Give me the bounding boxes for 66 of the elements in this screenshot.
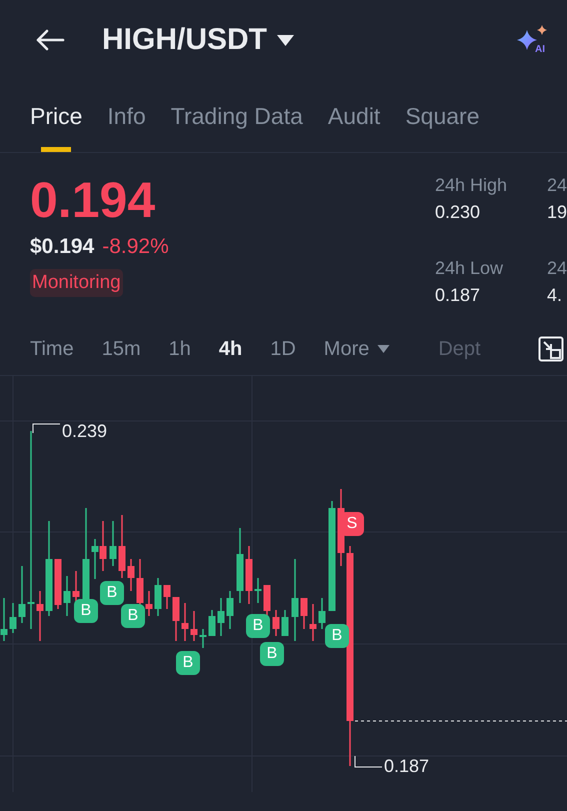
tab[interactable]: Price (30, 80, 82, 152)
last-price: 0.194 (30, 171, 156, 229)
candlestick (110, 521, 116, 566)
candlestick (282, 610, 288, 636)
candlestick (218, 598, 224, 636)
buy-marker: B (176, 651, 200, 675)
interval-tab[interactable]: 4h (218, 338, 242, 360)
candlestick (154, 578, 162, 616)
stat-value: 4. (547, 285, 564, 306)
interval-tab[interactable]: Time (30, 338, 74, 360)
usd-price: $0.194 (30, 235, 94, 259)
buy-marker: B (325, 624, 349, 648)
buy-marker: B (74, 599, 98, 623)
candlestick (0, 598, 8, 641)
pair-selector[interactable]: HIGH/USDT (102, 23, 294, 57)
interval-tab[interactable]: 1h (168, 338, 191, 360)
tab[interactable]: Trading Data (170, 80, 303, 152)
candlestick (272, 610, 280, 636)
back-arrow-icon[interactable] (35, 28, 65, 52)
candlestick (208, 610, 216, 636)
interval-tab[interactable]: Dept (438, 338, 481, 360)
tab[interactable]: Info (107, 80, 146, 152)
tab[interactable]: Audit (328, 80, 380, 152)
candlestick (318, 598, 326, 629)
candlestick (254, 578, 262, 603)
candlestick (128, 559, 134, 591)
ai-label[interactable]: AI (535, 44, 545, 54)
candlestick (200, 629, 206, 648)
stat-value: 19 (547, 202, 567, 223)
buy-marker: B (121, 604, 145, 628)
buy-marker: B (260, 642, 284, 666)
candlestick (18, 566, 26, 623)
candlestick (164, 585, 170, 609)
buy-marker: B (246, 614, 270, 638)
stat-label: 24h High (435, 175, 508, 196)
high-price-label: 0.239 (62, 421, 108, 442)
stat-label: 24h Low (435, 258, 504, 279)
stat-label: 24 (547, 258, 567, 279)
interval-tab[interactable]: 15m (102, 338, 141, 360)
leader-line (32, 424, 60, 434)
low-price-label: 0.187 (384, 756, 430, 777)
buy-marker: B (100, 581, 124, 605)
stat-value: 0.187 (435, 285, 482, 306)
interval-tab[interactable]: 1D (270, 338, 296, 360)
candlestick (146, 591, 152, 616)
candlestick (118, 515, 126, 578)
candlestick (172, 597, 180, 641)
candlestick (300, 598, 308, 629)
stat-label: 24 (547, 175, 567, 196)
stat-value: 0.230 (435, 202, 482, 223)
leader-line (354, 756, 382, 768)
candlestick (246, 546, 252, 604)
candlestick (182, 603, 188, 641)
tab[interactable]: Square (405, 80, 480, 152)
candlestick (190, 611, 198, 641)
more-dropdown[interactable]: More (324, 338, 390, 360)
monitoring-tag: Monitoring (30, 269, 123, 297)
caret-icon[interactable] (277, 34, 294, 46)
candlestick (54, 559, 62, 609)
candlestick (64, 576, 70, 616)
expand-icon[interactable] (538, 336, 564, 362)
candlestick (310, 604, 316, 641)
candlestick (36, 591, 44, 641)
candlestick (10, 603, 16, 633)
candlestick (226, 591, 234, 629)
price-change: -8.92% (102, 235, 169, 259)
